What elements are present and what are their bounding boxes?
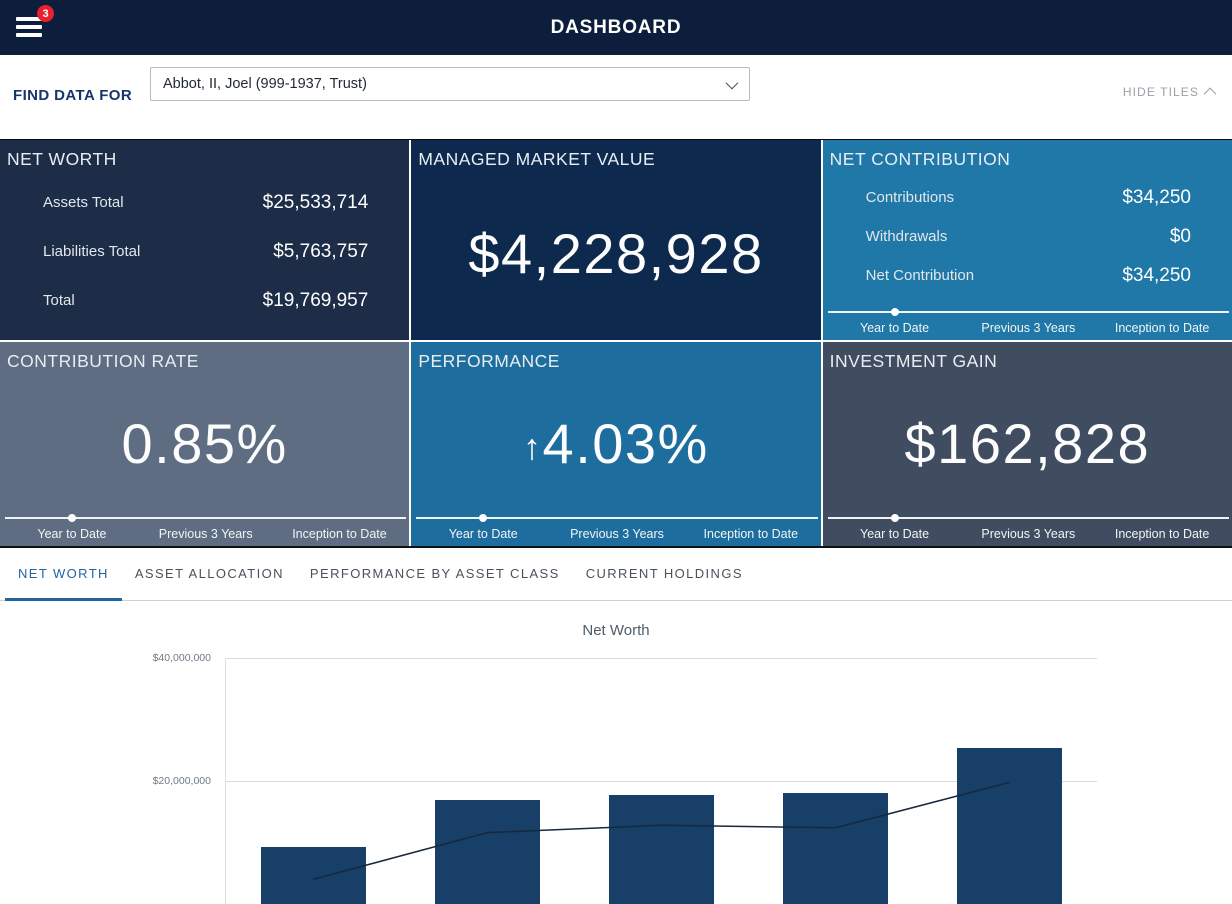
chart-trend-line xyxy=(226,658,1097,904)
investment-gain-value: $162,828 xyxy=(905,411,1151,476)
row-label: Total xyxy=(43,292,75,309)
period-option-previous-3-years[interactable]: Previous 3 Years xyxy=(961,321,1095,335)
up-arrow-icon: ↑ xyxy=(523,427,542,467)
net-worth-chart-plot: $40,000,000$20,000,000 xyxy=(225,658,1097,904)
period-option-previous-3-years[interactable]: Previous 3 Years xyxy=(961,527,1095,541)
net-worth-row-liabilities: Liabilities Total $5,763,757 xyxy=(0,227,409,276)
net-worth-row-total: Total $19,769,957 xyxy=(0,276,409,325)
row-value: $5,763,757 xyxy=(273,241,368,263)
y-axis-tick-label: $20,000,000 xyxy=(153,775,211,787)
period-option-inception-to-date[interactable]: Inception to Date xyxy=(684,527,818,541)
top-bar: 3 DASHBOARD xyxy=(0,0,1232,55)
chart-title: Net Worth xyxy=(0,601,1232,639)
period-option-previous-3-years[interactable]: Previous 3 Years xyxy=(550,527,684,541)
row-label: Net Contribution xyxy=(866,267,974,284)
performance-value: ↑4.03% xyxy=(523,411,709,476)
row-label: Assets Total xyxy=(43,194,124,211)
tile-net-worth: NET WORTH Assets Total $25,533,714 Liabi… xyxy=(0,140,409,340)
tile-net-contribution: NET CONTRIBUTION Contributions $34,250 W… xyxy=(823,140,1232,340)
period-indicator xyxy=(891,308,899,316)
net-contribution-row-contributions: Contributions $34,250 xyxy=(823,178,1232,217)
tile-title: NET CONTRIBUTION xyxy=(823,140,1232,170)
period-option-year-to-date[interactable]: Year to Date xyxy=(416,527,550,541)
row-value: $34,250 xyxy=(1122,265,1191,287)
tile-contribution-rate: CONTRIBUTION RATE 0.85% Year to Date Pre… xyxy=(0,342,409,546)
row-label: Withdrawals xyxy=(866,228,948,245)
net-contribution-row-net: Net Contribution $34,250 xyxy=(823,256,1232,295)
period-option-inception-to-date[interactable]: Inception to Date xyxy=(1095,527,1229,541)
period-indicator xyxy=(68,514,76,522)
chevron-up-icon xyxy=(1204,87,1217,100)
tile-title: INVESTMENT GAIN xyxy=(823,342,1232,372)
period-selector: Year to Date Previous 3 Years Inception … xyxy=(828,311,1229,335)
period-indicator xyxy=(891,514,899,522)
net-worth-chart-section: Net Worth $40,000,000$20,000,000 xyxy=(0,601,1232,901)
tab-performance-by-asset-class[interactable]: PERFORMANCE BY ASSET CLASS xyxy=(297,548,573,601)
page-title: DASHBOARD xyxy=(551,17,682,39)
tile-title: CONTRIBUTION RATE xyxy=(0,342,409,372)
period-option-inception-to-date[interactable]: Inception to Date xyxy=(1095,321,1229,335)
client-selector[interactable]: Abbot, II, Joel (999-1937, Trust) xyxy=(150,67,750,101)
tile-title: NET WORTH xyxy=(0,140,409,170)
contribution-rate-value: 0.85% xyxy=(122,411,288,476)
period-selector: Year to Date Previous 3 Years Inception … xyxy=(5,517,406,541)
row-value: $34,250 xyxy=(1122,187,1191,209)
period-selector: Year to Date Previous 3 Years Inception … xyxy=(828,517,1229,541)
tile-performance: PERFORMANCE ↑4.03% Year to Date Previous… xyxy=(411,342,820,546)
row-value: $0 xyxy=(1170,226,1191,248)
period-option-previous-3-years[interactable]: Previous 3 Years xyxy=(139,527,273,541)
section-tabs: NET WORTH ASSET ALLOCATION PERFORMANCE B… xyxy=(0,548,1232,601)
notification-badge: 3 xyxy=(37,5,54,22)
tile-managed-market-value: MANAGED MARKET VALUE $4,228,928 xyxy=(411,140,820,340)
period-option-year-to-date[interactable]: Year to Date xyxy=(828,527,962,541)
tile-title: PERFORMANCE xyxy=(411,342,820,372)
tile-investment-gain: INVESTMENT GAIN $162,828 Year to Date Pr… xyxy=(823,342,1232,546)
menu-button[interactable]: 3 xyxy=(16,13,48,43)
chevron-down-icon xyxy=(726,76,739,89)
managed-market-value-amount: $4,228,928 xyxy=(468,221,763,286)
performance-percent: 4.03% xyxy=(543,412,709,475)
period-option-inception-to-date[interactable]: Inception to Date xyxy=(273,527,407,541)
net-worth-row-assets: Assets Total $25,533,714 xyxy=(0,178,409,227)
tab-asset-allocation[interactable]: ASSET ALLOCATION xyxy=(122,548,297,601)
row-value: $25,533,714 xyxy=(263,192,369,214)
tab-current-holdings[interactable]: CURRENT HOLDINGS xyxy=(573,548,756,601)
tab-net-worth[interactable]: NET WORTH xyxy=(5,548,122,601)
net-contribution-row-withdrawals: Withdrawals $0 xyxy=(823,217,1232,256)
summary-tiles: NET WORTH Assets Total $25,533,714 Liabi… xyxy=(0,139,1232,548)
period-selector: Year to Date Previous 3 Years Inception … xyxy=(416,517,817,541)
period-option-year-to-date[interactable]: Year to Date xyxy=(5,527,139,541)
hide-tiles-button[interactable]: HIDE TILES xyxy=(1123,85,1216,99)
period-indicator xyxy=(479,514,487,522)
row-label: Contributions xyxy=(866,189,954,206)
hide-tiles-label: HIDE TILES xyxy=(1123,85,1199,99)
y-axis-tick-label: $40,000,000 xyxy=(153,652,211,664)
row-label: Liabilities Total xyxy=(43,243,140,260)
tile-title: MANAGED MARKET VALUE xyxy=(411,140,820,170)
row-value: $19,769,957 xyxy=(263,290,369,312)
client-selector-value: Abbot, II, Joel (999-1937, Trust) xyxy=(163,76,367,92)
period-option-year-to-date[interactable]: Year to Date xyxy=(828,321,962,335)
find-data-label: FIND DATA FOR xyxy=(13,87,132,104)
find-data-bar: FIND DATA FOR Abbot, II, Joel (999-1937,… xyxy=(0,55,1232,139)
